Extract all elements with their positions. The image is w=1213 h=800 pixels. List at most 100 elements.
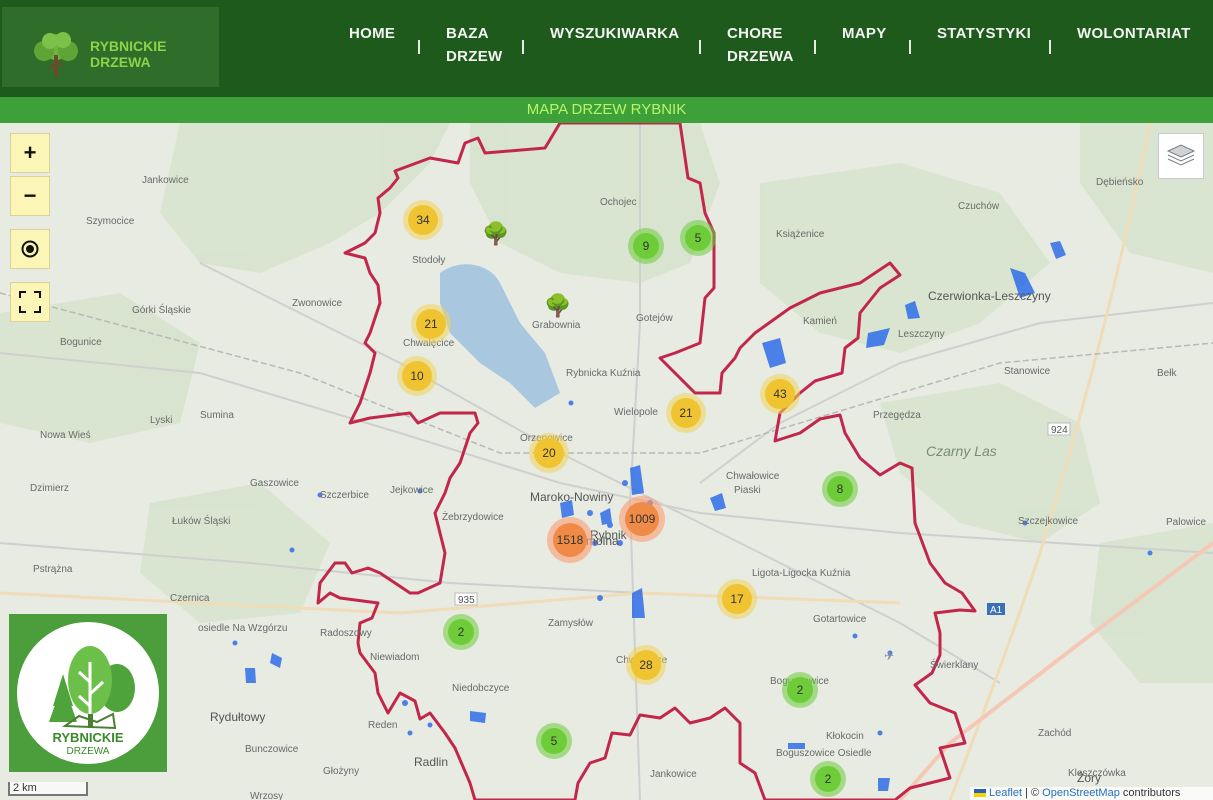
place-label: Grabownia bbox=[532, 320, 581, 331]
map-title: MAPA DRZEW RYBNIK bbox=[526, 101, 687, 118]
cluster-marker[interactable]: 21 bbox=[411, 304, 451, 344]
place-label: Stodoły bbox=[412, 255, 446, 266]
cluster-marker[interactable]: 2 bbox=[782, 672, 818, 708]
plus-icon: + bbox=[23, 140, 37, 165]
nav-separator bbox=[522, 40, 524, 54]
cluster-marker[interactable]: 1009 bbox=[619, 496, 665, 542]
place-label: Rydułtowy bbox=[210, 710, 266, 724]
rybnickie-drzewa-logo: RYBNICKIE DRZEWA bbox=[9, 614, 167, 772]
place-label: Rybnicka Kuźnia bbox=[566, 368, 641, 379]
tree-marker-icon[interactable]: 🌳 bbox=[544, 295, 571, 317]
cluster-marker[interactable]: 20 bbox=[529, 433, 569, 473]
nav-volunteering[interactable]: WOLONTARIAT bbox=[1077, 22, 1191, 45]
cluster-marker[interactable]: 8 bbox=[822, 471, 858, 507]
place-label: Sumina bbox=[200, 410, 234, 421]
place-label: Maroko-Nowiny bbox=[530, 490, 614, 504]
place-label: Szczerbice bbox=[320, 490, 369, 501]
nav-sick-trees[interactable]: CHORE DRZEWA bbox=[727, 22, 794, 68]
place-label: Żebrzydowice bbox=[442, 512, 504, 523]
minus-icon: − bbox=[23, 183, 37, 208]
cluster-marker[interactable]: 43 bbox=[760, 374, 800, 414]
map-title-banner: MAPA DRZEW RYBNIK bbox=[0, 97, 1213, 123]
place-label: Bunczowice bbox=[245, 744, 299, 755]
place-label: Palowice bbox=[1166, 517, 1207, 528]
nav-separator bbox=[814, 40, 816, 54]
cluster-marker[interactable]: 10 bbox=[397, 356, 437, 396]
place-label: Reden bbox=[368, 720, 398, 731]
cluster-marker[interactable]: 1518 bbox=[547, 517, 593, 563]
place-label: Jankowice bbox=[650, 769, 697, 780]
place-label: Wrzosy bbox=[250, 791, 284, 800]
cluster-marker[interactable]: 21 bbox=[666, 393, 706, 433]
place-label: Zamysłów bbox=[548, 618, 594, 629]
place-label: Czarny Las bbox=[926, 443, 997, 459]
map-base-layer: 935 924 A1 ✈ bbox=[0, 123, 1213, 800]
nav-home[interactable]: HOME bbox=[349, 22, 395, 45]
nav-statistics[interactable]: STATYSTYKI bbox=[937, 22, 1031, 45]
place-label: Ligota-Ligocka Kuźnia bbox=[752, 568, 851, 579]
place-label: Górki Śląskie bbox=[132, 305, 191, 316]
place-label: Szymocice bbox=[86, 216, 135, 227]
place-label: Czerwionka-Leszczyny bbox=[928, 289, 1051, 303]
nav-search[interactable]: WYSZUKIWARKA bbox=[550, 22, 679, 45]
fullscreen-button[interactable] bbox=[10, 282, 50, 322]
place-label: Książenice bbox=[776, 229, 825, 240]
place-label: Leszczyny bbox=[898, 329, 945, 340]
place-label: Nowa Wieś bbox=[40, 430, 91, 441]
layers-icon bbox=[1166, 144, 1196, 166]
nav-separator bbox=[1049, 40, 1051, 54]
zoom-out-button[interactable]: − bbox=[10, 176, 50, 216]
place-label: Jankowice bbox=[142, 175, 189, 186]
place-label: Kłokocin bbox=[826, 731, 864, 742]
place-label: Przegędza bbox=[873, 410, 921, 421]
leaflet-link[interactable]: Leaflet bbox=[989, 787, 1022, 799]
nav-tree-database[interactable]: BAZA DRZEW bbox=[446, 22, 503, 68]
place-label: Radoszowy bbox=[320, 628, 372, 639]
nav-maps[interactable]: MAPY bbox=[842, 22, 887, 45]
place-label: Niedobczyce bbox=[452, 683, 510, 694]
nav-separator bbox=[909, 40, 911, 54]
place-label: Dębieńsko bbox=[1096, 177, 1144, 188]
locate-button[interactable] bbox=[10, 229, 50, 269]
place-label: Lyski bbox=[150, 415, 173, 426]
cluster-marker[interactable]: 17 bbox=[717, 579, 757, 619]
place-label: Wielopole bbox=[614, 407, 658, 418]
main-nav: HOME BAZA DRZEW WYSZUKIWARKA CHORE DRZEWA … bbox=[0, 22, 1213, 82]
layers-button[interactable] bbox=[1158, 133, 1204, 179]
place-label: Żory bbox=[1077, 771, 1101, 785]
ukraine-flag-icon bbox=[974, 789, 986, 798]
nav-separator bbox=[699, 40, 701, 54]
cluster-marker[interactable]: 34 bbox=[403, 200, 443, 240]
place-label: Chwałowice bbox=[726, 471, 780, 482]
road-label: 924 bbox=[1051, 425, 1068, 436]
cluster-marker[interactable]: 2 bbox=[810, 761, 846, 797]
place-label: Radlin bbox=[414, 755, 449, 769]
place-label: Gaszowice bbox=[250, 478, 299, 489]
place-label: Piaski bbox=[734, 485, 761, 496]
place-label: Zwonowice bbox=[292, 298, 343, 309]
osm-link[interactable]: OpenStreetMap bbox=[1042, 787, 1120, 799]
place-label: Kamień bbox=[803, 316, 837, 327]
place-label: Czuchów bbox=[958, 201, 1000, 212]
place-label: Gotartowice bbox=[813, 614, 867, 625]
tree-marker-icon[interactable]: 🌳 bbox=[482, 223, 509, 245]
place-label: Pstrążna bbox=[33, 564, 73, 575]
place-label: Dzimierz bbox=[30, 483, 69, 494]
place-label: Niewiadom bbox=[370, 652, 420, 663]
tree-map[interactable]: 935 924 A1 ✈ Jankowice Szymocice Stodoły… bbox=[0, 123, 1213, 800]
place-label: Jejkowice bbox=[390, 485, 434, 496]
cluster-marker[interactable]: 5 bbox=[536, 723, 572, 759]
place-label: Świerklany bbox=[930, 660, 979, 671]
nav-separator bbox=[418, 40, 420, 54]
cluster-marker[interactable]: 28 bbox=[626, 645, 666, 685]
fullscreen-icon bbox=[19, 291, 41, 313]
place-label: Głożyny bbox=[323, 766, 360, 777]
cluster-marker[interactable]: 5 bbox=[680, 220, 716, 256]
place-label: Ochojec bbox=[600, 197, 637, 208]
zoom-in-button[interactable]: + bbox=[10, 133, 50, 173]
cluster-marker[interactable]: 2 bbox=[443, 614, 479, 650]
place-label: Gotejów bbox=[636, 313, 673, 324]
cluster-marker[interactable]: 9 bbox=[628, 228, 664, 264]
place-label: Czernica bbox=[170, 593, 210, 604]
place-label: Łuków Śląski bbox=[172, 516, 231, 527]
